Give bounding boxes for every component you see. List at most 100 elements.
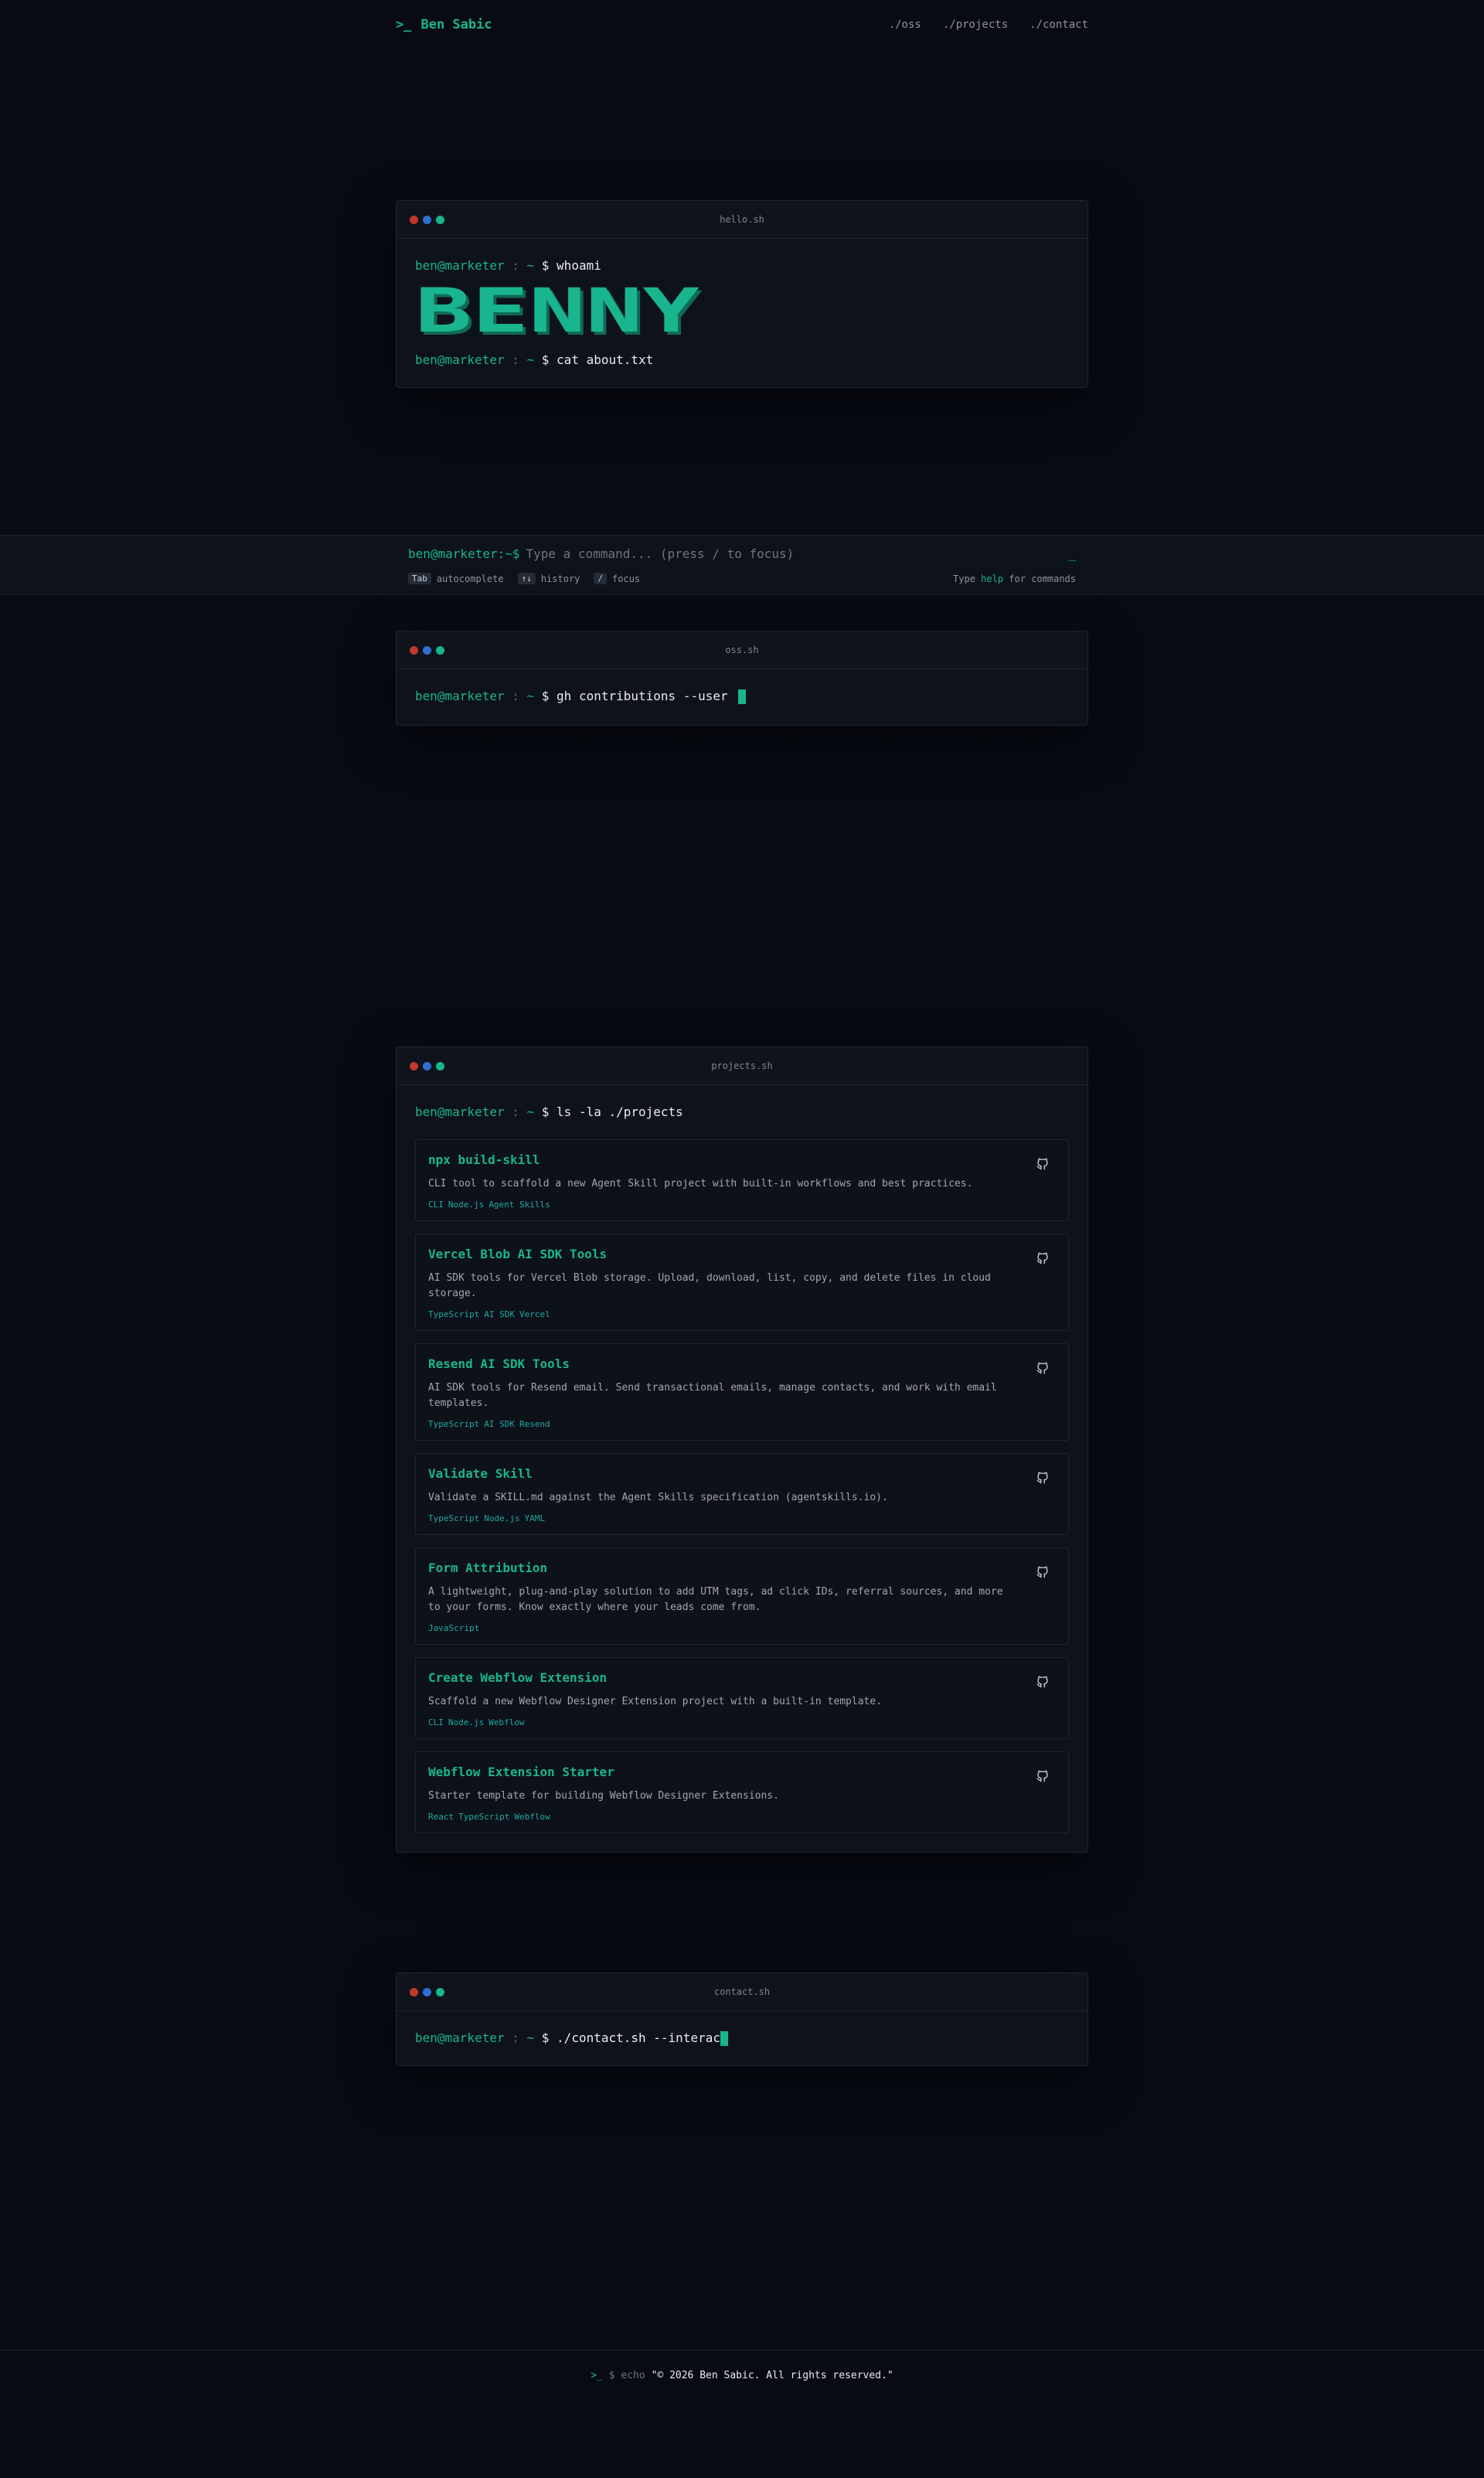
hint-label: focus [612, 573, 641, 584]
project-tag: TypeScript [428, 1513, 480, 1523]
terminal-title: contact.sh [713, 1986, 771, 1997]
terminal-title: projects.sh [711, 1060, 773, 1071]
minimize-dot-icon [423, 646, 431, 655]
nav-link-contact[interactable]: ./contact [1030, 19, 1088, 31]
kbd-arrows: ↑↓ [517, 573, 536, 584]
project-title[interactable]: Vercel Blob AI SDK Tools [428, 1247, 1056, 1261]
terminal-titlebar: hello.sh [397, 201, 1087, 239]
prompt-dollar: $ [534, 2030, 557, 2045]
prompt-sep: : [504, 258, 527, 273]
project-card[interactable]: Resend AI SDK Tools AI SDK tools for Res… [415, 1343, 1069, 1441]
command-prompt: ben@marketer:~$ [408, 546, 520, 561]
help-pre: Type [953, 573, 982, 584]
project-title[interactable]: Create Webflow Extension [428, 1670, 1056, 1685]
ascii-art-svg: BENNY BENNY [415, 277, 703, 349]
terminal-titlebar: contact.sh [397, 1973, 1087, 2011]
project-title[interactable]: Validate Skill [428, 1466, 1056, 1481]
terminal-body: ben@marketer : ~ $ whoami BENNY BENNY be… [397, 239, 1087, 387]
github-icon[interactable] [1036, 1361, 1050, 1375]
nav-link-oss[interactable]: ./oss [889, 19, 921, 31]
contact-terminal: contact.sh ben@marketer : ~ $ ./contact.… [396, 1973, 1088, 2066]
github-icon[interactable] [1036, 1157, 1050, 1171]
window-controls [410, 1988, 444, 1996]
command-text: cat about.txt [556, 352, 654, 367]
project-card[interactable]: Validate Skill Validate a SKILL.md again… [415, 1453, 1069, 1535]
prompt-user: ben@marketer [415, 258, 505, 273]
project-title[interactable]: Webflow Extension Starter [428, 1765, 1056, 1779]
nav-links: ./oss ./projects ./contact [889, 19, 1088, 31]
prompt-sep: : [504, 2030, 527, 2045]
prompt-user: ben@marketer [415, 352, 505, 367]
terminal-prompt-icon: >_ [396, 17, 412, 32]
github-icon[interactable] [1036, 1565, 1050, 1579]
maximize-dot-icon [436, 1062, 444, 1071]
prompt-dir: ~ [526, 1105, 535, 1119]
command-line: ben@marketer : ~ $ cat about.txt [415, 352, 1069, 369]
command-line: ben@marketer : ~ $ gh contributions --us… [415, 688, 1069, 705]
project-tag: TypeScript [428, 1419, 480, 1429]
ascii-art-text: BENNY [415, 285, 699, 339]
project-tag: JavaScript [428, 1623, 480, 1633]
project-card[interactable]: Create Webflow Extension Scaffold a new … [415, 1657, 1069, 1739]
project-description: Scaffold a new Webflow Designer Extensio… [428, 1696, 882, 1707]
cursor-block [720, 2030, 728, 2046]
window-controls [410, 1062, 444, 1071]
close-dot-icon [410, 216, 418, 224]
github-icon[interactable] [1036, 1471, 1050, 1485]
help-post: for commands [1003, 573, 1076, 584]
terminal-body: ben@marketer : ~ $ ls -la ./projects npx… [397, 1085, 1087, 1852]
github-icon[interactable] [1036, 1675, 1050, 1689]
project-tag: Webflow [514, 1812, 550, 1822]
project-tag: Resend [519, 1419, 550, 1429]
project-tags: TypeScript Node.js YAML [428, 1513, 1056, 1523]
command-line: ben@marketer : ~ $ ls -la ./projects [415, 1104, 1069, 1121]
command-line: ben@marketer : ~ $ whoami [415, 257, 1069, 274]
command-input[interactable]: Type a command... (press / to focus) [526, 546, 1069, 561]
command-input-row[interactable]: ben@marketer:~$ Type a command... (press… [408, 546, 1076, 561]
close-dot-icon [410, 1988, 418, 1996]
project-tags: TypeScript AI SDK Vercel [428, 1309, 1056, 1319]
command-text: whoami [556, 258, 601, 273]
project-tag: Node.js [484, 1513, 520, 1523]
command-text: gh contributions --user [556, 689, 736, 703]
github-icon[interactable] [1036, 1769, 1050, 1783]
project-tag: CLI [428, 1717, 444, 1727]
command-text: ./contact.sh --interac [556, 2030, 720, 2045]
hello-terminal: hello.sh ben@marketer : ~ $ whoami BENNY… [396, 200, 1088, 388]
project-card[interactable]: Form Attribution A lightweight, plug-and… [415, 1547, 1069, 1645]
github-icon[interactable] [1036, 1251, 1050, 1265]
project-description: Validate a SKILL.md against the Agent Sk… [428, 1492, 888, 1503]
terminal-titlebar: projects.sh [397, 1047, 1087, 1085]
project-card[interactable]: npx build-skill CLI tool to scaffold a n… [415, 1139, 1069, 1221]
terminal-body: ben@marketer : ~ $ gh contributions --us… [397, 669, 1087, 725]
project-title[interactable]: npx build-skill [428, 1152, 1056, 1167]
project-tags: React TypeScript Webflow [428, 1812, 1056, 1822]
project-card[interactable]: Vercel Blob AI SDK Tools AI SDK tools fo… [415, 1234, 1069, 1331]
prompt-dir: ~ [526, 258, 535, 273]
project-description: Starter template for building Webflow De… [428, 1790, 779, 1802]
minimize-dot-icon [423, 216, 431, 224]
cursor-block [738, 689, 747, 704]
prompt-dollar: $ [534, 352, 557, 367]
command-bar: ben@marketer:~$ Type a command... (press… [0, 535, 1484, 595]
hint-autocomplete: Tab autocomplete [408, 573, 504, 584]
hint-label: history [540, 573, 580, 584]
brand-link[interactable]: >_ Ben Sabic [396, 17, 492, 32]
project-tag: Agent Skills [488, 1200, 550, 1210]
project-card[interactable]: Webflow Extension Starter Starter templa… [415, 1751, 1069, 1833]
project-tags: TypeScript AI SDK Resend [428, 1419, 1056, 1429]
nav-link-projects[interactable]: ./projects [943, 19, 1008, 31]
window-controls [410, 646, 444, 655]
project-tag: Vercel [519, 1309, 550, 1319]
project-tag: AI SDK [484, 1309, 515, 1319]
command-line: ben@marketer : ~ $ ./contact.sh --intera… [415, 2030, 1069, 2047]
project-title[interactable]: Form Attribution [428, 1561, 1056, 1575]
ascii-art-logo: BENNY BENNY [415, 277, 1069, 349]
project-list: npx build-skill CLI tool to scaffold a n… [415, 1139, 1069, 1833]
terminal-title: oss.sh [725, 645, 759, 655]
project-tags: CLI Node.js Agent Skills [428, 1200, 1056, 1210]
project-tag: Webflow [488, 1717, 525, 1727]
project-title[interactable]: Resend AI SDK Tools [428, 1356, 1056, 1371]
caret-icon: _ [1068, 546, 1076, 561]
project-tags: CLI Node.js Webflow [428, 1717, 1056, 1727]
